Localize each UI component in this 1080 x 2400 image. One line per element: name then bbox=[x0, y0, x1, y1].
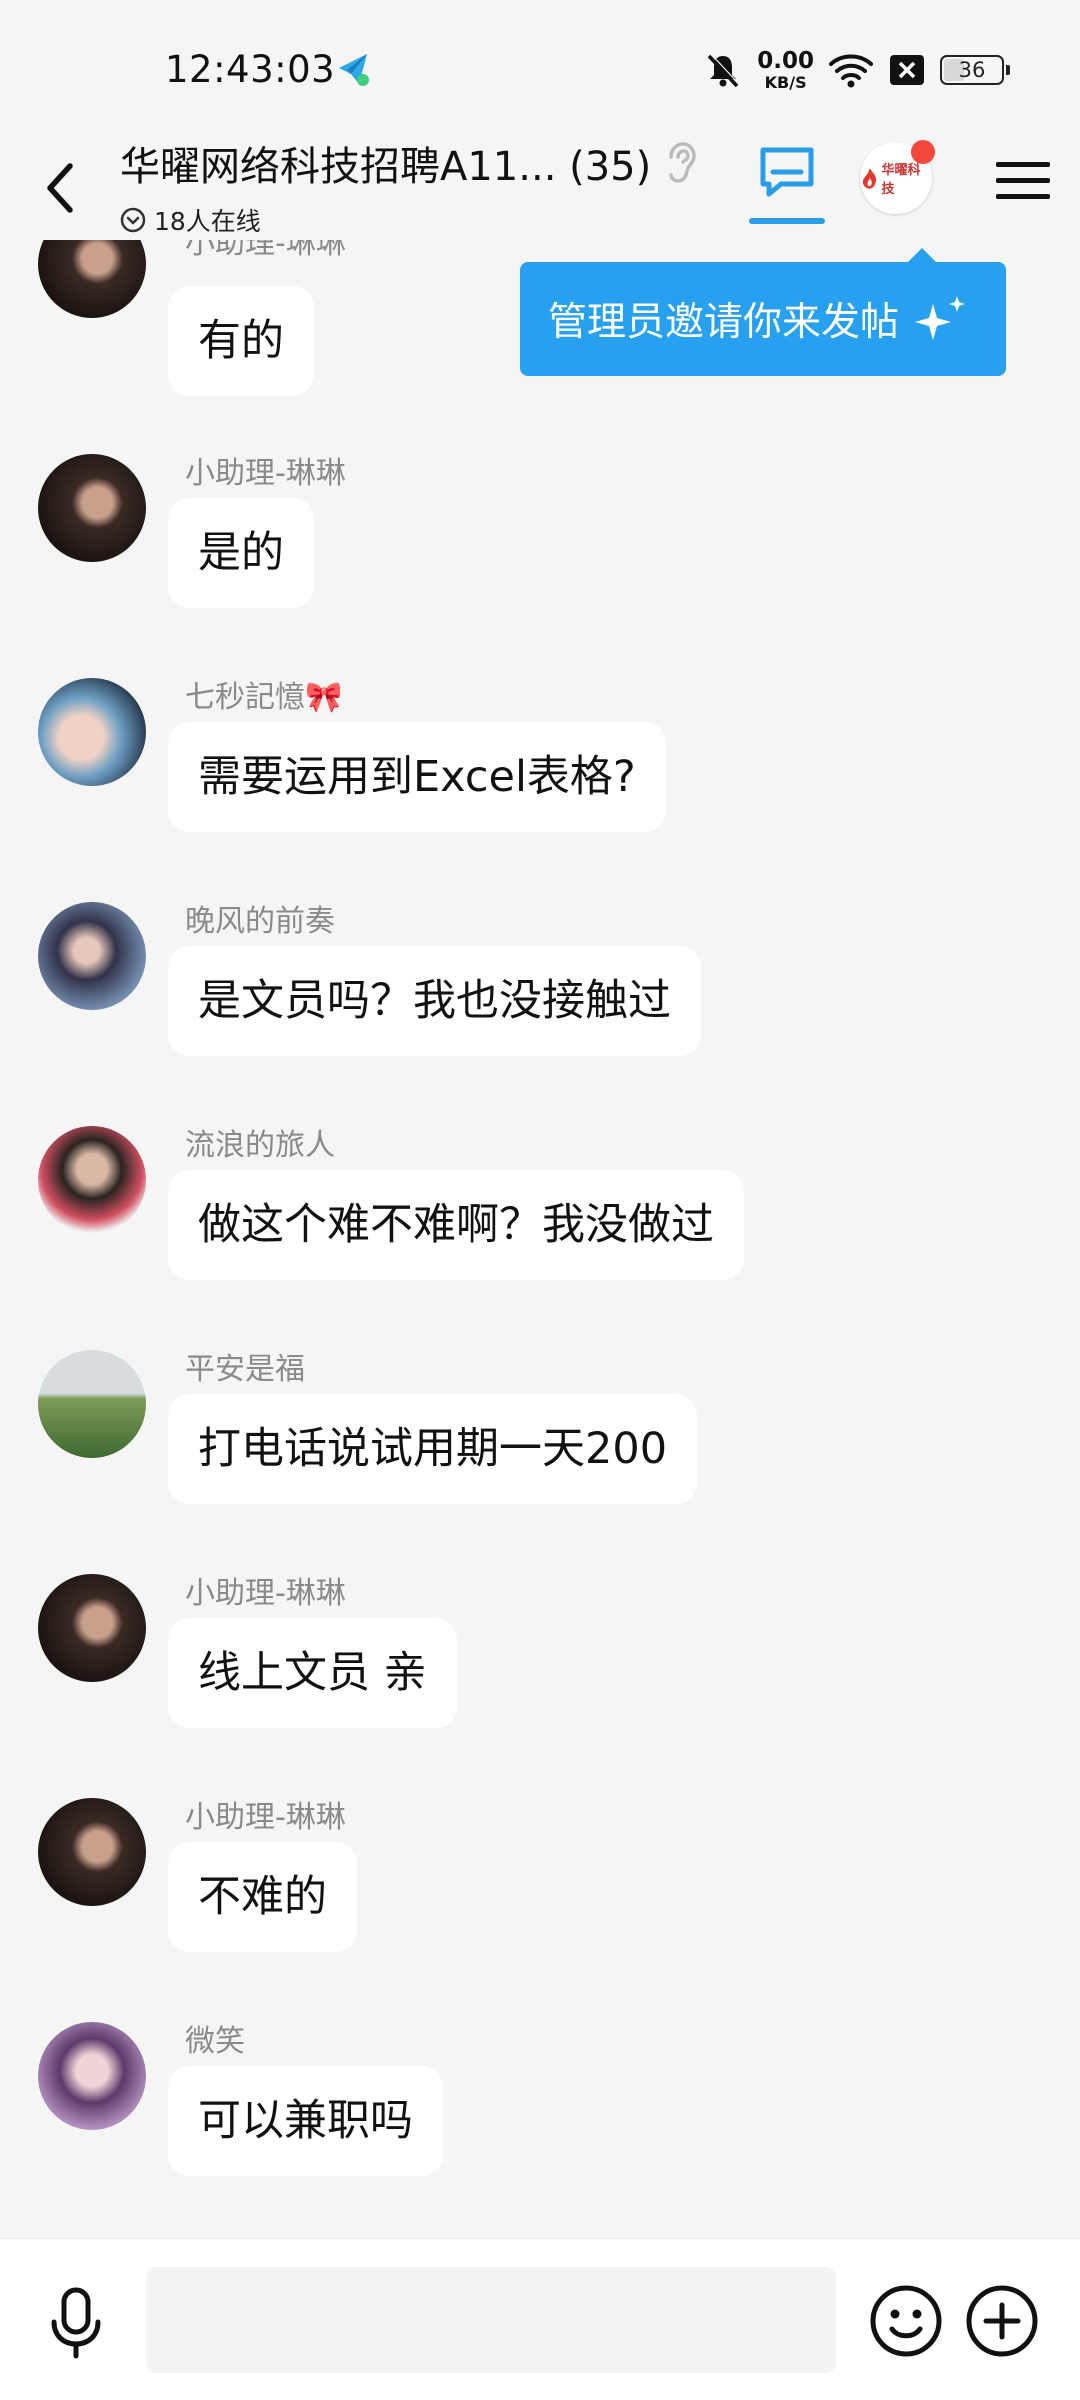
mute-bell-icon bbox=[707, 53, 740, 88]
active-tab-indicator bbox=[749, 218, 825, 224]
battery-indicator: 36 bbox=[940, 55, 1010, 85]
tooltip-text: 管理员邀请你来发帖 bbox=[548, 300, 900, 345]
message-bubble[interactable]: 需要运用到Excel表格? bbox=[168, 722, 666, 832]
sparkle-icon bbox=[915, 296, 966, 340]
menu-button[interactable] bbox=[996, 150, 1050, 210]
sender-name: 流浪的旅人 bbox=[185, 1128, 335, 1163]
message-bubble[interactable]: 做这个难不难啊？我没做过 bbox=[168, 1170, 744, 1280]
avatar[interactable] bbox=[38, 1798, 146, 1906]
more-button[interactable] bbox=[964, 2283, 1040, 2359]
title-block[interactable]: 华曜网络科技招聘A11... (35) 18人在线 bbox=[120, 134, 720, 238]
emoji-button[interactable] bbox=[868, 2283, 944, 2359]
network-speed: 0.00 KB/S bbox=[757, 47, 814, 92]
online-count: 18人在线 bbox=[154, 207, 261, 236]
menu-line bbox=[996, 161, 1050, 167]
message-bubble[interactable]: 不难的 bbox=[168, 1842, 357, 1952]
message-bubble[interactable]: 是文员吗？我也没接触过 bbox=[168, 946, 701, 1056]
sender-name: 微笑 bbox=[185, 2024, 245, 2059]
chat-header: 华曜网络科技招聘A11... (35) 18人在线 华曜科技 bbox=[0, 130, 1080, 250]
avatar[interactable] bbox=[38, 678, 146, 786]
chat-bubble-icon bbox=[760, 147, 814, 197]
message-input[interactable] bbox=[146, 2267, 836, 2373]
message-bubble[interactable]: 可以兼职吗 bbox=[168, 2066, 443, 2176]
plus-circle-icon bbox=[966, 2285, 1038, 2357]
sender-name: 平安是福 bbox=[185, 1352, 305, 1387]
sender-name: 小助理-琳琳 bbox=[185, 240, 346, 261]
message-bubble[interactable]: 线上文员 亲 bbox=[168, 1618, 457, 1728]
battery-level: 36 bbox=[958, 58, 986, 82]
status-time: 12:43:03 bbox=[165, 48, 336, 91]
avatar[interactable] bbox=[38, 1350, 146, 1458]
online-status[interactable]: 18人在线 bbox=[120, 202, 720, 238]
network-speed-unit: KB/S bbox=[764, 72, 807, 92]
sender-name: 小助理-琳琳 bbox=[185, 1576, 346, 1611]
sender-name: 晚风的前奏 bbox=[185, 904, 335, 939]
status-right-group: 0.00 KB/S 36 bbox=[703, 45, 1010, 95]
group-chat-screen: 12:43:03 0.00 KB/S 36 华曜网络科技招聘A11... (35… bbox=[0, 0, 1080, 2400]
back-button[interactable] bbox=[30, 148, 90, 228]
notification-dot bbox=[911, 140, 935, 164]
menu-line bbox=[996, 193, 1050, 199]
smiley-icon bbox=[870, 2285, 942, 2357]
message-bubble[interactable]: 打电话说试用期一天200 bbox=[168, 1394, 698, 1504]
input-bar bbox=[0, 2238, 1080, 2400]
group-title: 华曜网络科技招聘A11... (35) bbox=[120, 144, 652, 190]
chevron-left-icon bbox=[47, 163, 73, 213]
no-sim-icon bbox=[890, 55, 924, 85]
group-avatar-text: 华曜科技 bbox=[881, 163, 921, 197]
avatar[interactable] bbox=[38, 2022, 146, 2130]
message-bubble[interactable]: 有的 bbox=[168, 286, 314, 396]
sender-name: 小助理-琳琳 bbox=[185, 456, 346, 491]
avatar[interactable] bbox=[38, 240, 146, 318]
status-bar: 12:43:03 0.00 KB/S 36 bbox=[0, 0, 1080, 130]
avatar[interactable] bbox=[38, 1126, 146, 1234]
network-speed-value: 0.00 bbox=[757, 47, 814, 74]
avatar[interactable] bbox=[38, 902, 146, 1010]
avatar[interactable] bbox=[38, 1574, 146, 1682]
message-bubble[interactable]: 是的 bbox=[168, 498, 314, 608]
flame-logo-icon bbox=[862, 168, 877, 189]
message-list[interactable]: 小助理-琳琳 有的 小助理-琳琳 是的 七秒記憶🎀 需要运用到Excel表格? … bbox=[0, 240, 1080, 2235]
microphone-icon bbox=[51, 2287, 101, 2359]
sender-name: 小助理-琳琳 bbox=[185, 1800, 346, 1835]
sender-name: 七秒記憶🎀 bbox=[185, 680, 343, 715]
post-invite-tooltip[interactable]: 管理员邀请你来发帖 bbox=[520, 248, 1006, 376]
wifi-icon bbox=[829, 54, 873, 88]
chevron-down-circle-icon bbox=[120, 207, 146, 233]
ear-icon[interactable] bbox=[663, 141, 697, 185]
voice-button[interactable] bbox=[40, 2284, 112, 2364]
app-notification-icon bbox=[339, 54, 369, 86]
tab-chat[interactable] bbox=[748, 144, 826, 240]
menu-line bbox=[996, 177, 1050, 183]
avatar[interactable] bbox=[38, 454, 146, 562]
